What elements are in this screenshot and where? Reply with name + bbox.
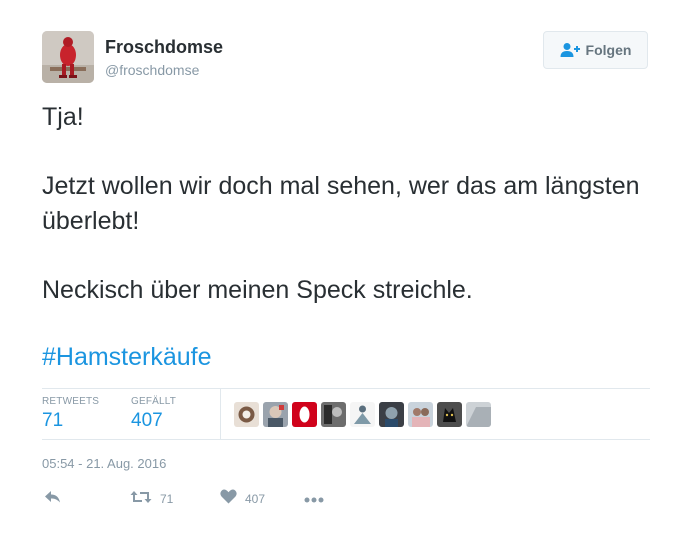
retweets-label: RETWEETS bbox=[42, 396, 100, 407]
liker-avatar[interactable] bbox=[379, 402, 404, 427]
stats-bottom-divider bbox=[42, 439, 650, 440]
tweet-timestamp[interactable]: 05:54 - 21. Aug. 2016 bbox=[42, 456, 166, 471]
stats-top-divider bbox=[42, 388, 650, 389]
liker-avatar[interactable] bbox=[321, 402, 346, 427]
tweet-line-1: Tja! bbox=[42, 103, 84, 131]
follow-button[interactable]: Folgen bbox=[543, 31, 648, 69]
stats-vertical-divider bbox=[220, 389, 221, 439]
liker-avatars bbox=[234, 402, 491, 427]
likes-label: GEFÄLLT bbox=[131, 396, 177, 407]
liker-avatar[interactable] bbox=[408, 402, 433, 427]
liker-avatar[interactable] bbox=[437, 402, 462, 427]
follow-button-label: Folgen bbox=[585, 42, 632, 58]
retweets-count[interactable]: 71 bbox=[42, 410, 63, 432]
retweet-icon bbox=[130, 490, 152, 509]
follow-person-plus-icon bbox=[560, 42, 580, 58]
liker-avatar[interactable] bbox=[350, 402, 375, 427]
likes-count[interactable]: 407 bbox=[131, 410, 163, 432]
tweet-line-3: Neckisch über meinen Speck streichle. bbox=[42, 276, 473, 304]
liker-avatar[interactable] bbox=[263, 402, 288, 427]
heart-icon bbox=[220, 489, 237, 509]
user-name[interactable]: Froschdomse bbox=[105, 37, 223, 58]
more-icon bbox=[304, 490, 324, 508]
user-handle[interactable]: @froschdomse bbox=[105, 62, 199, 78]
liker-avatar[interactable] bbox=[292, 402, 317, 427]
tweet-text: Tja! Jetzt wollen wir doch mal sehen, we… bbox=[42, 100, 652, 308]
liker-avatar[interactable] bbox=[466, 402, 491, 427]
like-action-count: 407 bbox=[245, 492, 266, 506]
tweet-line-2: Jetzt wollen wir doch mal sehen, wer das… bbox=[42, 172, 640, 235]
retweet-action-count: 71 bbox=[160, 492, 174, 506]
hashtag-link[interactable]: #Hamsterkäufe bbox=[42, 343, 212, 372]
tweet-card: Froschdomse @froschdomse Folgen Tja! Jet… bbox=[0, 0, 690, 541]
liker-avatar[interactable] bbox=[234, 402, 259, 427]
like-button[interactable]: 407 bbox=[220, 489, 265, 509]
more-button[interactable] bbox=[304, 489, 324, 509]
retweet-button[interactable]: 71 bbox=[130, 489, 173, 509]
reply-button[interactable] bbox=[44, 489, 62, 509]
user-avatar[interactable] bbox=[42, 31, 94, 83]
reply-icon bbox=[44, 490, 62, 509]
